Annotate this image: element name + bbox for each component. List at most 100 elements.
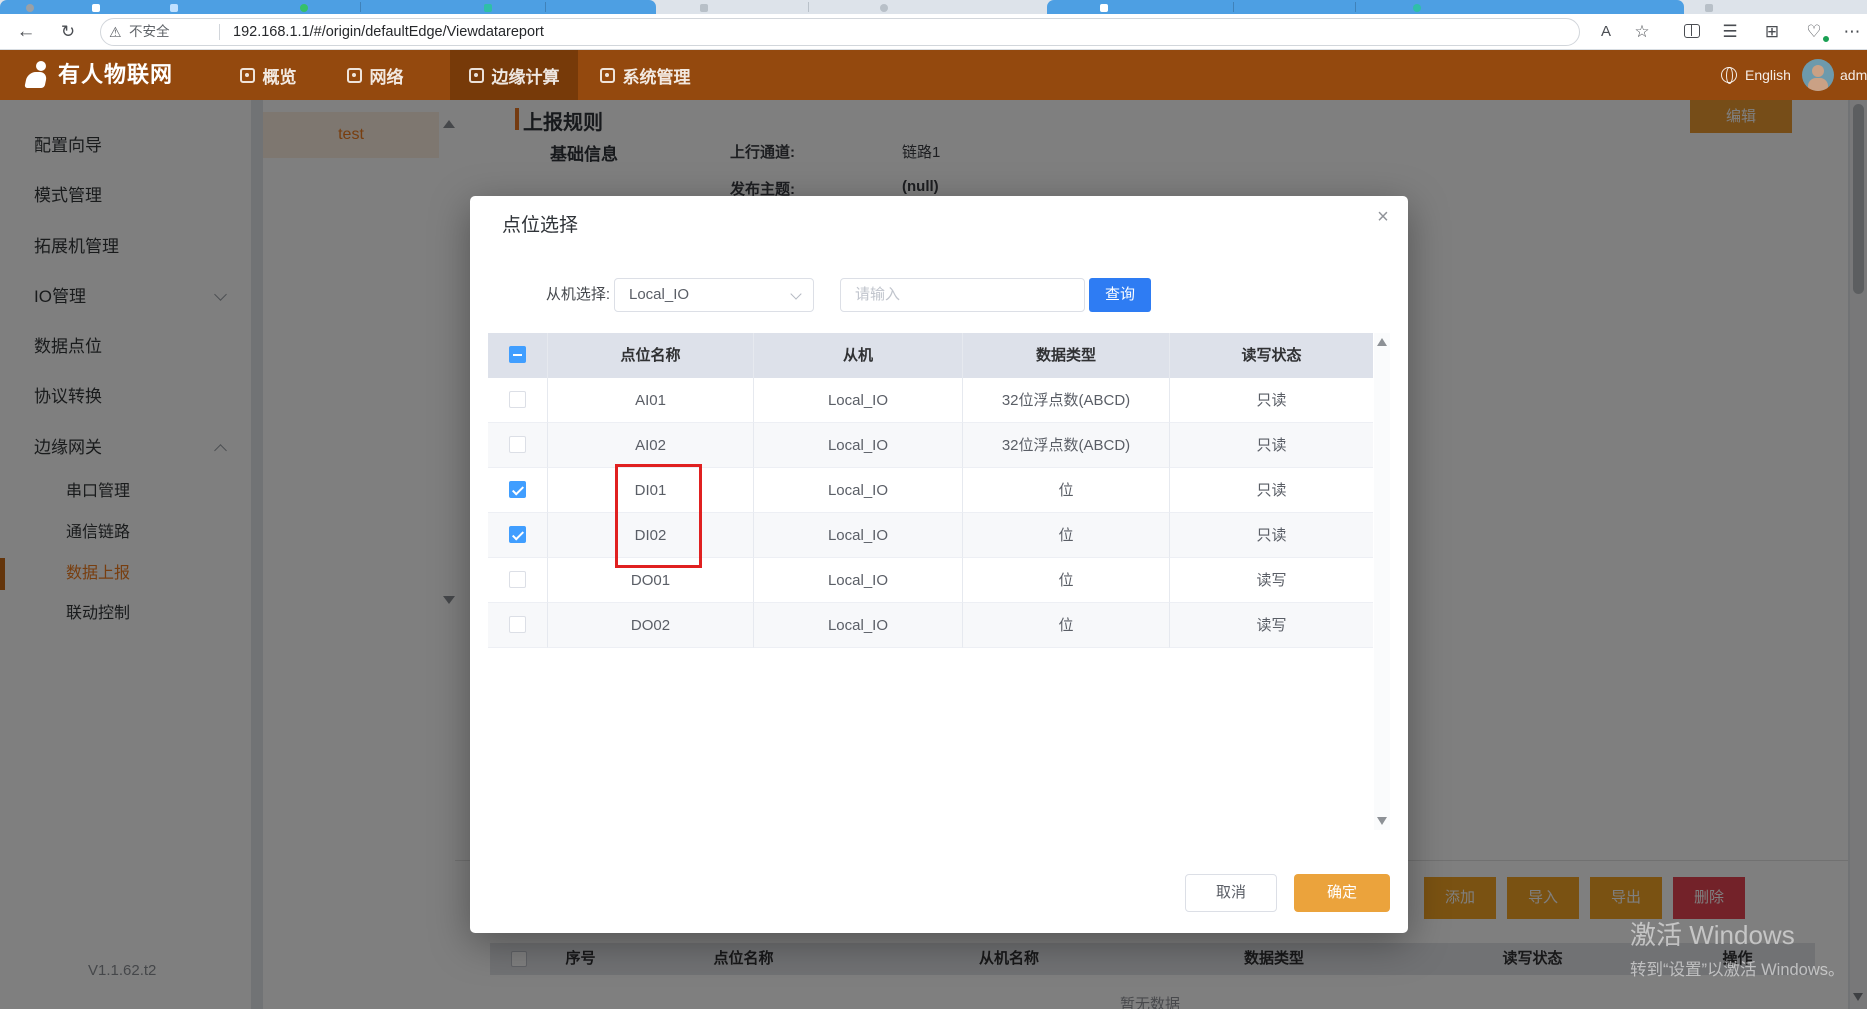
browser-essentials-icon[interactable]: ♡	[1800, 14, 1828, 50]
row-checkbox[interactable]	[509, 436, 526, 453]
nav-item-label: 边缘计算	[492, 63, 560, 88]
cell-data-type: 32位浮点数(ABCD)	[963, 423, 1170, 468]
windows-watermark: 激活 Windows 转到“设置”以激活 Windows。	[1630, 915, 1845, 980]
cell-rw-status: 只读	[1170, 468, 1373, 513]
cell-data-type: 位	[963, 468, 1170, 513]
table-header-row: 点位名称从机数据类型读写状态	[488, 333, 1373, 378]
cell-data-type: 位	[963, 603, 1170, 648]
refresh-icon[interactable]: ↻	[54, 14, 82, 50]
cell-slave: Local_IO	[754, 558, 963, 603]
favorites-bar-icon[interactable]: ☰	[1716, 14, 1744, 50]
nav-item-概览[interactable]: 概览	[225, 50, 311, 100]
collections-icon[interactable]: ⊞	[1758, 14, 1786, 50]
screen: ← ↻ ⚠ 不安全 192.168.1.1/#/origin/defaultEd…	[0, 0, 1867, 1009]
tab-favicon	[700, 4, 708, 12]
tab-favicon	[300, 4, 308, 12]
app-navbar: 有人物联网 概览网络边缘计算系统管理 English admin	[0, 50, 1867, 100]
essentials-badge	[1822, 35, 1830, 43]
cell-rw-status: 只读	[1170, 378, 1373, 423]
cancel-button[interactable]: 取消	[1185, 874, 1277, 912]
address-bar[interactable]: ⚠ 不安全 192.168.1.1/#/origin/defaultEdge/V…	[100, 18, 1580, 46]
column-header-从机: 从机	[754, 333, 963, 378]
row-checkbox[interactable]	[509, 481, 526, 498]
row-checkbox-cell	[488, 423, 548, 468]
divider	[219, 24, 220, 40]
favorite-star-icon[interactable]: ☆	[1628, 14, 1656, 50]
row-checkbox-cell	[488, 468, 548, 513]
nav-module-icon	[347, 68, 362, 83]
scroll-up-icon[interactable]	[1377, 338, 1387, 346]
language-switch[interactable]: English	[1745, 50, 1791, 100]
user-avatar[interactable]	[1802, 59, 1834, 91]
tab-favicon	[1100, 4, 1108, 12]
read-aloud-icon[interactable]: A	[1592, 14, 1620, 50]
row-checkbox[interactable]	[509, 391, 526, 408]
nav-item-边缘计算[interactable]: 边缘计算	[450, 50, 578, 100]
browser-tab-strip[interactable]	[0, 0, 1867, 14]
row-checkbox[interactable]	[509, 571, 526, 588]
globe-icon	[1721, 67, 1737, 83]
cell-slave: Local_IO	[754, 603, 963, 648]
cell-slave: Local_IO	[754, 513, 963, 558]
nav-item-系统管理[interactable]: 系统管理	[586, 50, 704, 100]
cell-rw-status: 只读	[1170, 423, 1373, 468]
table-row-AI02[interactable]: AI02Local_IO32位浮点数(ABCD)只读	[488, 423, 1373, 468]
row-checkbox-cell	[488, 513, 548, 558]
more-menu-icon[interactable]: ⋯	[1838, 14, 1866, 50]
nav-module-icon	[600, 68, 615, 83]
column-header-点位名称: 点位名称	[548, 333, 754, 378]
cell-data-type: 32位浮点数(ABCD)	[963, 378, 1170, 423]
split-screen-icon[interactable]	[1684, 24, 1700, 38]
slave-select-label: 从机选择:	[530, 278, 610, 312]
url-text[interactable]: 192.168.1.1/#/origin/defaultEdge/Viewdat…	[233, 19, 544, 45]
tab-favicon	[880, 4, 888, 12]
table-row-DO02[interactable]: DO02Local_IO位读写	[488, 603, 1373, 648]
scroll-down-icon[interactable]	[1377, 817, 1387, 825]
brand-title: 有人物联网	[58, 50, 173, 100]
tab-favicon	[170, 4, 178, 12]
nav-item-网络[interactable]: 网络	[332, 50, 418, 100]
tab-favicon	[1705, 4, 1713, 12]
tab-favicon	[1413, 4, 1421, 12]
table-row-AI01[interactable]: AI01Local_IO32位浮点数(ABCD)只读	[488, 378, 1373, 423]
watermark-line2: 转到“设置”以激活 Windows。	[1630, 956, 1845, 980]
point-select-dialog: 点位选择 × 从机选择: Local_IO 请输入 查询 点位名称从机数据类型读…	[470, 196, 1408, 933]
search-input[interactable]: 请输入	[840, 278, 1085, 312]
cell-point-name: AI01	[548, 378, 754, 423]
cell-point-name: DO02	[548, 603, 754, 648]
row-checkbox-cell	[488, 378, 548, 423]
close-icon[interactable]: ×	[1370, 204, 1396, 230]
nav-item-label: 概览	[263, 63, 297, 88]
cell-slave: Local_IO	[754, 423, 963, 468]
slave-select-dropdown[interactable]: Local_IO	[614, 278, 814, 312]
tab-favicon	[92, 4, 100, 12]
browser-toolbar: ← ↻ ⚠ 不安全 192.168.1.1/#/origin/defaultEd…	[0, 14, 1867, 50]
column-header-数据类型: 数据类型	[963, 333, 1170, 378]
dialog-title: 点位选择	[502, 210, 578, 237]
brand-logo-icon	[22, 61, 52, 89]
tab-favicon	[26, 4, 34, 12]
nav-item-label: 网络	[370, 63, 404, 88]
confirm-button[interactable]: 确定	[1294, 874, 1390, 912]
cell-data-type: 位	[963, 513, 1170, 558]
browser-tab-group-2[interactable]	[1047, 0, 1684, 14]
row-checkbox[interactable]	[509, 526, 526, 543]
nav-item-label: 系统管理	[623, 63, 691, 88]
row-checkbox-cell	[488, 558, 548, 603]
search-button[interactable]: 查询	[1089, 278, 1151, 312]
red-annotation-box	[615, 464, 702, 568]
select-all-checkbox[interactable]	[509, 346, 526, 363]
row-checkbox[interactable]	[509, 616, 526, 633]
watermark-line1: 激活 Windows	[1630, 915, 1845, 952]
tab-favicon	[484, 4, 492, 12]
back-icon[interactable]: ←	[12, 14, 40, 50]
row-checkbox-cell	[488, 603, 548, 648]
nav-module-icon	[469, 68, 484, 83]
security-label[interactable]: 不安全	[129, 19, 170, 45]
cell-slave: Local_IO	[754, 468, 963, 513]
cell-point-name: AI02	[548, 423, 754, 468]
security-warning-icon: ⚠	[109, 19, 122, 45]
column-header-读写状态: 读写状态	[1170, 333, 1373, 378]
table-scrollbar[interactable]	[1374, 333, 1390, 830]
cell-data-type: 位	[963, 558, 1170, 603]
